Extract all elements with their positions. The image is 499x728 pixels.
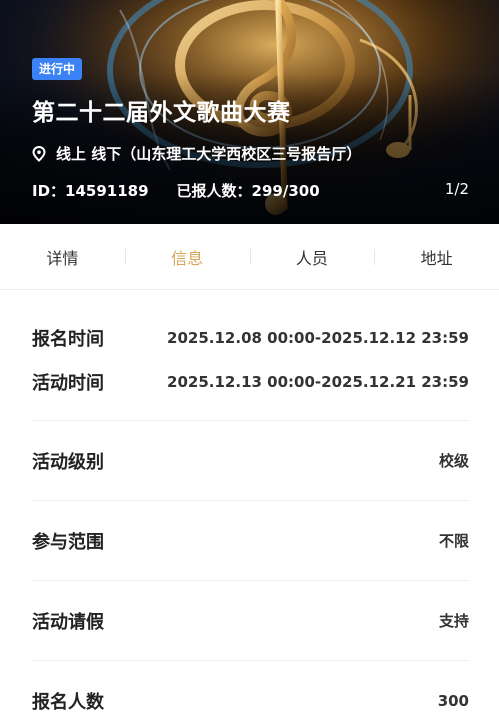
- info-card: 报名时间 2025.12.08 00:00-2025.12.12 23:59 活…: [0, 290, 499, 728]
- signup-count-value: 300: [437, 692, 469, 710]
- scope-row: 参与范围 不限: [32, 501, 469, 581]
- tab-bar: 详情 信息 人员 地址: [0, 224, 499, 290]
- leave-row: 活动请假 支持: [32, 581, 469, 661]
- event-id: ID：14591189: [32, 182, 149, 200]
- event-meta: ID：14591189 已报人数：299/300 1/2: [32, 180, 469, 201]
- tab-details[interactable]: 详情: [0, 245, 125, 269]
- event-title: 第二十二届外文歌曲大赛: [32, 100, 291, 126]
- tab-info[interactable]: 信息: [124, 245, 250, 269]
- scope-value: 不限: [438, 532, 469, 550]
- location-pin-icon: [32, 145, 46, 162]
- level-value: 校级: [438, 452, 469, 470]
- banner-page-indicator: 1/2: [444, 180, 469, 198]
- signup-time-label: 报名时间: [32, 329, 104, 350]
- signup-time-value: 2025.12.08 00:00-2025.12.12 23:59: [167, 329, 469, 347]
- event-time-value: 2025.12.13 00:00-2025.12.21 23:59: [167, 373, 469, 391]
- level-row: 活动级别 校级: [32, 421, 469, 501]
- signup-count-row: 报名人数 300: [32, 661, 469, 728]
- signup-count-label: 报名人数: [32, 692, 104, 713]
- event-time-row: 活动时间 2025.12.13 00:00-2025.12.21 23:59: [32, 360, 469, 404]
- leave-value: 支持: [438, 612, 469, 630]
- event-banner[interactable]: 进行中 第二十二届外文歌曲大赛 线上 线下（山东理工大学西校区三号报告厅） ID…: [0, 0, 499, 224]
- signup-quota: 已报人数：299/300: [176, 182, 320, 200]
- scope-label: 参与范围: [32, 531, 104, 553]
- event-time-label: 活动时间: [32, 373, 104, 394]
- signup-time-row: 报名时间 2025.12.08 00:00-2025.12.12 23:59: [32, 316, 469, 360]
- leave-label: 活动请假: [32, 611, 104, 633]
- tab-people[interactable]: 人员: [249, 245, 375, 269]
- location-text: 线上 线下（山东理工大学西校区三号报告厅）: [56, 145, 362, 163]
- event-location: 线上 线下（山东理工大学西校区三号报告厅）: [32, 143, 361, 164]
- tab-address[interactable]: 地址: [374, 245, 499, 269]
- status-badge: 进行中: [32, 58, 83, 80]
- level-label: 活动级别: [32, 451, 104, 473]
- time-section: 报名时间 2025.12.08 00:00-2025.12.12 23:59 活…: [32, 290, 469, 421]
